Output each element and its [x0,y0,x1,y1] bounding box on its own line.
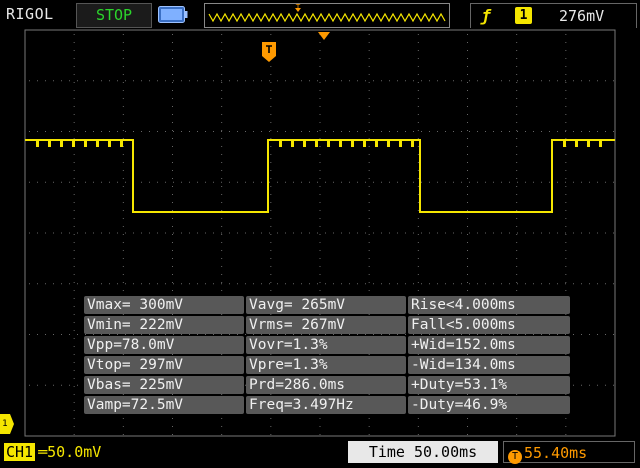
measurement-cell: Vpre=1.3% [246,356,406,374]
measurement-cell: -Wid=134.0ms [408,356,570,374]
measurement-cell: Vamp=72.5mV [84,396,244,414]
measurement-row: Vbas= 225mV Prd=286.0ms +Duty=53.1% [84,376,570,394]
ch1-ground-marker[interactable]: 1 [0,414,14,434]
trigger-panel[interactable]: ƒ 1 276mV [470,3,637,29]
measurement-cell: Freq=3.497Hz [246,396,406,414]
measurement-cell: Vovr=1.3% [246,336,406,354]
measurement-cell: -Duty=46.9% [408,396,570,414]
ch1-volts-div: 50.0mV [47,443,102,461]
trigger-offset-icon: T [508,450,522,464]
measurement-cell: +Duty=53.1% [408,376,570,394]
measurement-cell: Vbas= 225mV [84,376,244,394]
measurement-cell: Vavg= 265mV [246,296,406,314]
measurement-cell: Vmin= 222mV [84,316,244,334]
battery-icon [158,6,188,23]
measurement-row: Vmax= 300mV Vavg= 265mV Rise<4.000ms [84,296,570,314]
timebase-display[interactable]: Time 50.00ms [348,441,498,463]
trigger-source: 1 [515,7,532,24]
timeline-trigger-label: T [295,3,301,11]
measurement-cell: +Wid=152.0ms [408,336,570,354]
ch1-label: CH1 [4,443,36,461]
measurement-cell: Fall<5.000ms [408,316,570,334]
dc-coupling-icon: ═ [38,443,48,461]
measurement-cell: Vpp=78.0mV [84,336,244,354]
svg-text:1: 1 [2,419,8,429]
measurement-cell: Vtop= 297mV [84,356,244,374]
measurement-row: Vamp=72.5mV Freq=3.497Hz -Duty=46.9% [84,396,570,414]
run-stop-status[interactable]: STOP [76,3,152,28]
ch1-status[interactable]: CH1 ═50.0mV [4,442,101,462]
measurement-cell: Rise<4.000ms [408,296,570,314]
measurement-cell: Vrms= 267mV [246,316,406,334]
measurement-cell: Vmax= 300mV [84,296,244,314]
measurement-row: Vmin= 222mV Vrms= 267mV Fall<5.000ms [84,316,570,334]
trigger-offset-display[interactable]: T 55.40ms [503,441,635,464]
measurement-cell: Prd=286.0ms [246,376,406,394]
bottom-status-bar: CH1 ═50.0mV Time 50.00ms T 55.40ms [0,438,640,468]
trigger-offset-value: 55.40ms [524,444,588,462]
trigger-level: 276mV [559,7,605,25]
memory-timeline[interactable]: T [204,3,450,28]
rising-edge-icon: ƒ [481,6,491,25]
measurement-row: Vtop= 297mV Vpre=1.3% -Wid=134.0ms [84,356,570,374]
top-status-bar: RIGOL STOP T ƒ 1 276mV [0,0,640,30]
measurement-row: Vpp=78.0mV Vovr=1.3% +Wid=152.0ms [84,336,570,354]
brand-label: RIGOL [6,5,54,23]
